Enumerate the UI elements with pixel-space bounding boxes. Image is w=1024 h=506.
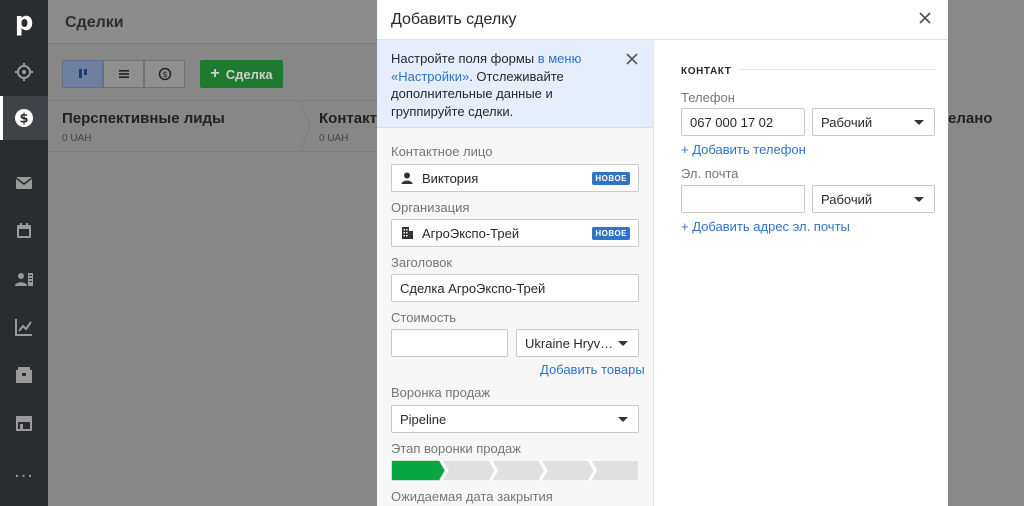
pipeline-label: Воронка продаж [391, 385, 491, 400]
pipeline-stage-step[interactable] [539, 460, 596, 481]
hint-text-start: Настройте поля формы [391, 51, 538, 66]
modal-title: Добавить сделку [391, 11, 517, 28]
currency-value: Ukraine Hryv… [525, 335, 612, 351]
kanban-icon [78, 69, 87, 78]
chevron-down-icon [914, 120, 924, 125]
pipeline-value: Pipeline [400, 411, 447, 427]
deal-title-input[interactable]: Сделка АгроЭкспо-Трей [391, 274, 639, 302]
phone-input[interactable]: 067 000 17 02 [681, 108, 805, 136]
contact-person-value: Виктория [422, 170, 479, 186]
email-input[interactable] [681, 185, 805, 213]
close-icon[interactable] [625, 52, 639, 66]
deal-title-label: Заголовок [391, 255, 453, 270]
stage-column[interactable]: Контакт 0 UAH [319, 101, 379, 151]
nav-leads-button[interactable] [0, 50, 48, 94]
stage-separator [300, 101, 311, 151]
list-view-button[interactable] [103, 60, 144, 88]
pipeline-stage-step[interactable] [589, 460, 639, 481]
nav-deals-button[interactable]: $ [0, 96, 48, 140]
nav-calendar-button[interactable] [0, 209, 48, 253]
organization-label: Организация [391, 200, 470, 215]
stage-name: Перспективные лиды [62, 110, 225, 127]
svg-text:$: $ [19, 112, 28, 127]
nav-insights-button[interactable] [0, 305, 48, 349]
nav-contacts-button[interactable] [0, 257, 48, 301]
email-type-select[interactable]: Рабочий [812, 185, 935, 213]
modal-header: Добавить сделку [377, 0, 948, 40]
chevron-down-icon [618, 417, 628, 422]
settings-hint-banner: Настройте поля формы в меню «Настройки».… [377, 40, 653, 128]
chevron-down-icon [618, 341, 628, 346]
add-phone-link[interactable]: + Добавить телефон [681, 142, 806, 157]
pipeline-view-button[interactable] [62, 60, 103, 88]
pipeline-stage-selector[interactable] [391, 460, 639, 481]
email-label: Эл. почта [681, 166, 739, 181]
plus-icon: + [210, 65, 220, 82]
deal-value-input[interactable] [391, 329, 508, 357]
more-icon[interactable]: ... [0, 449, 48, 493]
phone-type-value: Рабочий [821, 114, 873, 130]
left-navigation: p $ ... [0, 0, 48, 506]
forecast-view-button[interactable]: $ [144, 60, 185, 88]
store-icon [16, 416, 32, 431]
pipeline-stage-step[interactable] [440, 460, 497, 481]
view-switcher: $ [62, 60, 185, 88]
email-type-value: Рабочий [821, 191, 873, 207]
stage-name: елано [948, 110, 993, 127]
pipeline-stage-step[interactable] [490, 460, 546, 481]
chart-icon [15, 319, 32, 336]
deal-fields-pane: Настройте поля формы в меню «Настройки».… [377, 40, 654, 506]
app-logo[interactable]: p [0, 0, 48, 44]
contact-person-label: Контактное лицо [391, 144, 493, 159]
currency-cycle-icon: $ [158, 67, 171, 81]
calendar-icon [17, 223, 31, 238]
new-badge: НОВОЕ [592, 227, 630, 240]
stage-sum: 0 UAH [62, 133, 92, 144]
chevron-down-icon [914, 197, 924, 202]
pipeline-stage-step[interactable] [391, 460, 447, 481]
mail-icon [15, 177, 33, 189]
building-icon [402, 227, 413, 239]
add-email-link[interactable]: + Добавить адрес эл. почты [681, 219, 850, 234]
contact-person-field[interactable]: Виктория НОВОЕ [391, 164, 639, 192]
close-icon[interactable] [917, 10, 933, 26]
contact-section-title: КОНТАКТ [681, 66, 740, 77]
nav-products-button[interactable] [0, 353, 48, 397]
pipeline-stage-label: Этап воронки продаж [391, 441, 521, 456]
page-title: Сделки [65, 14, 124, 31]
list-icon [118, 70, 129, 78]
add-products-link[interactable]: Добавить товары [540, 362, 645, 377]
organization-field[interactable]: АгроЭкспо-Трей НОВОЕ [391, 219, 639, 247]
pipeline-select[interactable]: Pipeline [391, 405, 639, 433]
add-deal-modal: Добавить сделку Настройте поля формы в м… [377, 0, 948, 506]
phone-label: Телефон [681, 90, 735, 105]
svg-text:$: $ [162, 70, 167, 79]
deals-page-right-edge: елано [948, 0, 1024, 506]
target-icon [15, 63, 33, 81]
contact-details-pane: КОНТАКТ Телефон 067 000 17 02 Рабочий + … [654, 40, 948, 506]
deal-value-label: Стоимость [391, 310, 457, 325]
phone-value: 067 000 17 02 [690, 114, 774, 130]
nav-mail-button[interactable] [0, 161, 48, 205]
nav-marketplace-button[interactable] [0, 401, 48, 445]
organization-value: АгроЭкспо-Трей [422, 225, 520, 241]
add-deal-label: Сделка [225, 66, 273, 82]
currency-select[interactable]: Ukraine Hryv… [516, 329, 639, 357]
settings-hint-text: Настройте поля формы в меню «Настройки».… [391, 50, 621, 120]
new-badge: НОВОЕ [592, 172, 630, 185]
contacts-icon [15, 273, 33, 286]
add-deal-button[interactable]: + Сделка [200, 60, 283, 88]
person-icon [401, 172, 413, 184]
stage-name: Контакт [319, 110, 377, 127]
box-icon [16, 367, 32, 383]
stage-sum: 0 UAH [319, 133, 349, 144]
stage-column[interactable]: Перспективные лиды 0 UAH [48, 101, 306, 151]
dollar-icon: $ [15, 109, 33, 127]
expected-close-date-label: Ожидаемая дата закрытия [391, 489, 553, 504]
phone-type-select[interactable]: Рабочий [812, 108, 935, 136]
deal-title-value: Сделка АгроЭкспо-Трей [400, 280, 546, 296]
